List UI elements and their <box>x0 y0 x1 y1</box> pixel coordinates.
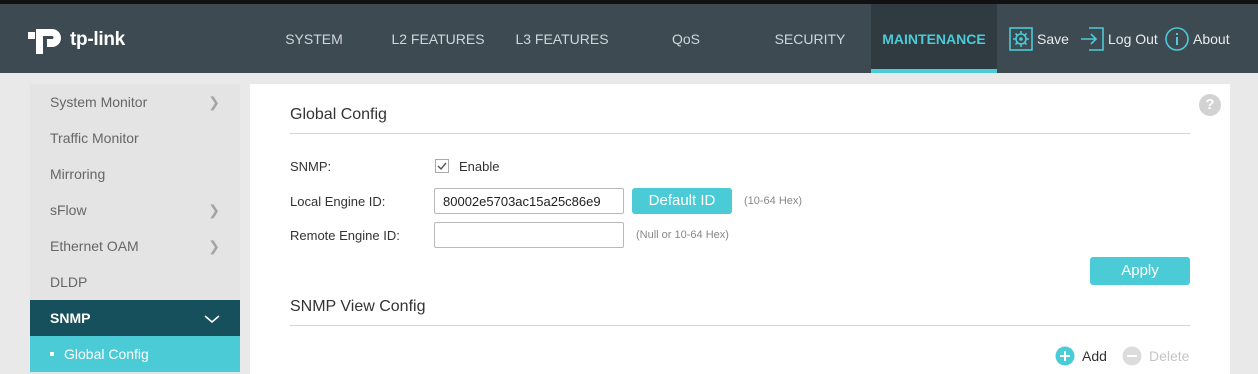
logout-label: Log Out <box>1108 31 1158 47</box>
info-icon <box>1165 27 1189 51</box>
sidebar-item-dldp[interactable]: DLDP <box>30 264 240 300</box>
sidebar-subitem-global-config[interactable]: Global Config <box>30 336 240 372</box>
tp-link-logo-icon <box>28 29 61 54</box>
bullet-icon <box>50 352 54 357</box>
global-config-title: Global Config <box>290 106 387 123</box>
tab-security[interactable]: SECURITY <box>762 4 858 73</box>
local-engine-id-input[interactable] <box>434 188 624 214</box>
sidebar-item-label: DLDP <box>50 274 88 290</box>
about-label: About <box>1193 31 1230 47</box>
sidebar-item-label: System Monitor <box>50 94 148 110</box>
plus-circle-icon <box>1055 346 1075 366</box>
save-gear-icon <box>1009 27 1033 51</box>
checkmark-icon <box>437 162 447 171</box>
tab-qos[interactable]: QoS <box>650 4 722 73</box>
chevron-down-icon <box>204 300 220 336</box>
snmp-label: SNMP: <box>290 159 332 174</box>
section-divider <box>290 133 1190 134</box>
delete-label: Delete <box>1149 348 1190 364</box>
chevron-right-icon: ❯ <box>208 94 220 110</box>
local-engine-id-hint: (10-64 Hex) <box>744 195 803 207</box>
tab-system[interactable]: SYSTEM <box>268 4 360 73</box>
tab-l3-features[interactable]: L3 FEATURES <box>508 4 616 73</box>
snmp-enable-checkbox[interactable] <box>435 159 449 173</box>
chevron-right-icon: ❯ <box>208 202 220 218</box>
chevron-right-icon: ❯ <box>208 238 220 254</box>
remote-engine-id-hint: (Null or 10-64 Hex) <box>636 229 729 241</box>
default-id-button[interactable]: Default ID <box>632 188 732 214</box>
remote-engine-id-label: Remote Engine ID: <box>290 228 400 243</box>
remote-engine-id-input[interactable] <box>434 222 624 248</box>
sidebar-item-label: Ethernet OAM <box>50 238 139 254</box>
logout-button[interactable]: Log Out <box>1079 26 1158 52</box>
sidebar-item-traffic-monitor[interactable]: Traffic Monitor <box>30 120 240 156</box>
section-divider <box>290 325 1190 326</box>
local-engine-id-label: Local Engine ID: <box>290 194 386 209</box>
help-icon[interactable]: ? <box>1199 94 1221 116</box>
brand-name: tp-link <box>70 29 125 50</box>
snmp-enable-label: Enable <box>459 159 500 174</box>
sidebar-item-system-monitor[interactable]: System Monitor ❯ <box>30 84 240 120</box>
sidebar-item-ethernet-oam[interactable]: Ethernet OAM ❯ <box>30 228 240 264</box>
logout-icon <box>1081 27 1104 51</box>
add-label: Add <box>1082 348 1107 364</box>
sidebar-item-label: sFlow <box>50 202 87 218</box>
tab-l2-features[interactable]: L2 FEATURES <box>382 4 494 73</box>
about-button[interactable]: About <box>1164 26 1230 52</box>
sidebar-item-label: SNMP <box>50 310 91 326</box>
sidebar-subitem-label: Global Config <box>64 346 149 362</box>
snmp-view-config-title: SNMP View Config <box>290 298 426 315</box>
minus-circle-icon <box>1122 346 1142 366</box>
sidebar-item-snmp[interactable]: SNMP <box>30 300 240 336</box>
sidebar-item-sflow[interactable]: sFlow ❯ <box>30 192 240 228</box>
delete-button[interactable]: Delete <box>1122 346 1189 366</box>
apply-button[interactable]: Apply <box>1090 257 1190 285</box>
sidebar: System Monitor ❯ Traffic Monitor Mirrori… <box>30 84 240 374</box>
save-label: Save <box>1037 31 1069 47</box>
save-button[interactable]: Save <box>1008 26 1069 52</box>
tp-link-logo[interactable]: tp-link <box>28 23 125 57</box>
tab-maintenance[interactable]: MAINTENANCE <box>871 4 997 73</box>
sidebar-item-label: Mirroring <box>50 166 106 182</box>
sidebar-item-mirroring[interactable]: Mirroring <box>30 156 240 192</box>
add-button[interactable]: Add <box>1055 346 1107 366</box>
top-navigation-bar: tp-link SYSTEM L2 FEATURES L3 FEATURES Q… <box>0 4 1258 73</box>
sidebar-item-label: Traffic Monitor <box>50 130 139 146</box>
